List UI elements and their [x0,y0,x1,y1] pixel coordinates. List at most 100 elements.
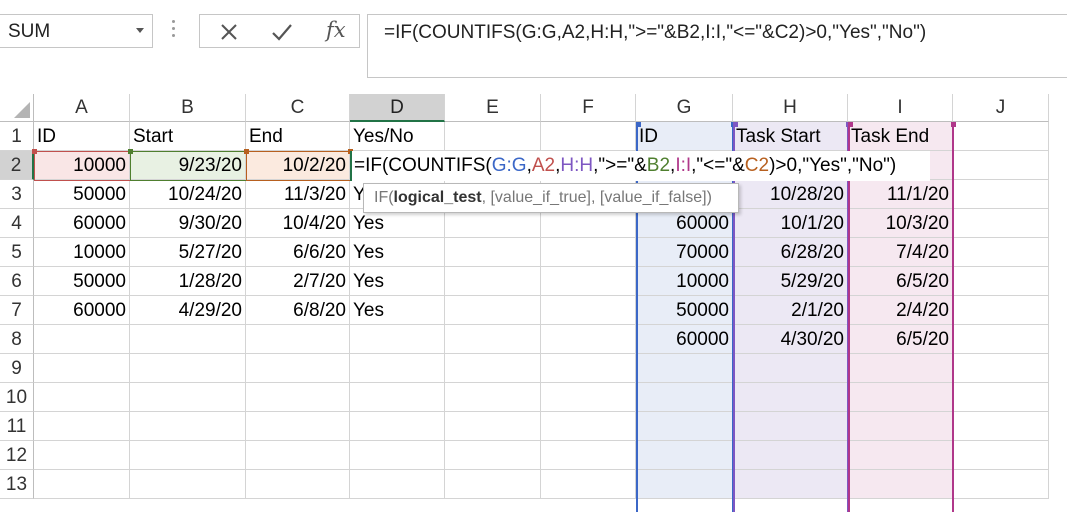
cell-b13[interactable] [130,470,246,499]
cell-d12[interactable] [350,441,445,470]
cell-c11[interactable] [246,412,350,441]
row-header-11[interactable]: 11 [0,412,34,441]
drag-handle-icon[interactable] [172,20,176,42]
row-header-10[interactable]: 10 [0,383,34,412]
row-header-13[interactable]: 13 [0,470,34,499]
enter-button[interactable] [256,15,306,47]
cell-f9[interactable] [541,354,636,383]
cell-j11[interactable] [953,412,1049,441]
cell-e1[interactable] [445,122,541,151]
formula-input[interactable]: =IF(COUNTIFS(G:G,A2,H:H,">="&B2,I:I,"<="… [367,14,1067,78]
cell-b8[interactable] [130,325,246,354]
column-header-g[interactable]: G [636,94,733,122]
cell-a10[interactable] [34,383,130,412]
cell-c9[interactable] [246,354,350,383]
cancel-button[interactable] [204,15,254,47]
cell-j4[interactable] [953,209,1049,238]
cell-j2[interactable] [953,151,1049,180]
row-header-7[interactable]: 7 [0,296,34,325]
cell-a11[interactable] [34,412,130,441]
cell-e5[interactable] [445,238,541,267]
range-handle[interactable] [244,149,249,154]
range-handle[interactable] [32,149,37,154]
row-header-2[interactable]: 2 [0,151,34,180]
cell-f11[interactable] [541,412,636,441]
cell-d9[interactable] [350,354,445,383]
tooltip-current-arg[interactable]: logical_test [394,189,482,206]
column-header-j[interactable]: J [953,94,1049,122]
cell-j1[interactable] [953,122,1049,151]
cell-d8[interactable] [350,325,445,354]
cell-b12[interactable] [130,441,246,470]
cell-b11[interactable] [130,412,246,441]
range-handle[interactable] [128,149,133,154]
cell-a13[interactable] [34,470,130,499]
cell-c12[interactable] [246,441,350,470]
cell-f8[interactable] [541,325,636,354]
row-header-6[interactable]: 6 [0,267,34,296]
row-header-3[interactable]: 3 [0,180,34,209]
cell-j10[interactable] [953,383,1049,412]
name-box[interactable]: SUM [0,14,153,48]
cell-j8[interactable] [953,325,1049,354]
cell-f10[interactable] [541,383,636,412]
column-header-c[interactable]: C [246,94,350,122]
cell-f5[interactable] [541,238,636,267]
range-handle[interactable] [848,122,853,127]
cell-f6[interactable] [541,267,636,296]
row-header-4[interactable]: 4 [0,209,34,238]
cell-f12[interactable] [541,441,636,470]
cell-e6[interactable] [445,267,541,296]
cell-f7[interactable] [541,296,636,325]
worksheet-grid[interactable]: A B C D E F G H I J 1 2 3 4 5 6 7 8 9 10 11 12 13 ID Start End Yes… [0,94,1067,512]
in-cell-formula-editor[interactable]: =IF(COUNTIFS(G:G,A2,H:H,">="&B2,I:I,"<="… [350,151,930,181]
cell-j7[interactable] [953,296,1049,325]
cell-j6[interactable] [953,267,1049,296]
column-header-a[interactable]: A [34,94,130,122]
range-handle[interactable] [951,122,956,127]
tooltip-function[interactable]: IF( [374,189,394,206]
cell-a8[interactable] [34,325,130,354]
column-header-e[interactable]: E [445,94,541,122]
column-header-i[interactable]: I [848,94,953,122]
cell-e8[interactable] [445,325,541,354]
cell-j9[interactable] [953,354,1049,383]
cell-e4[interactable] [445,209,541,238]
cell-f13[interactable] [541,470,636,499]
cell-c10[interactable] [246,383,350,412]
range-handle[interactable] [636,122,641,127]
select-all-button[interactable] [0,94,34,122]
row-header-12[interactable]: 12 [0,441,34,470]
cell-e9[interactable] [445,354,541,383]
cell-e13[interactable] [445,470,541,499]
range-handle[interactable] [733,122,738,127]
cell-c13[interactable] [246,470,350,499]
cell-d13[interactable] [350,470,445,499]
cell-j3[interactable] [953,180,1049,209]
cell-e11[interactable] [445,412,541,441]
cell-d10[interactable] [350,383,445,412]
cell-f1[interactable] [541,122,636,151]
cell-e10[interactable] [445,383,541,412]
cell-j13[interactable] [953,470,1049,499]
column-header-d[interactable]: D [350,94,445,122]
cell-f4[interactable] [541,209,636,238]
cell-b9[interactable] [130,354,246,383]
row-header-8[interactable]: 8 [0,325,34,354]
cell-j5[interactable] [953,238,1049,267]
row-header-1[interactable]: 1 [0,122,34,151]
cell-a12[interactable] [34,441,130,470]
column-header-f[interactable]: F [541,94,636,122]
cell-a9[interactable] [34,354,130,383]
column-header-h[interactable]: H [733,94,848,122]
cell-b10[interactable] [130,383,246,412]
cell-e7[interactable] [445,296,541,325]
cell-j12[interactable] [953,441,1049,470]
insert-function-button[interactable]: fx [308,15,358,47]
column-header-b[interactable]: B [130,94,246,122]
chevron-down-icon[interactable] [136,28,144,33]
row-header-9[interactable]: 9 [0,354,34,383]
cell-d11[interactable] [350,412,445,441]
row-header-5[interactable]: 5 [0,238,34,267]
cell-c8[interactable] [246,325,350,354]
